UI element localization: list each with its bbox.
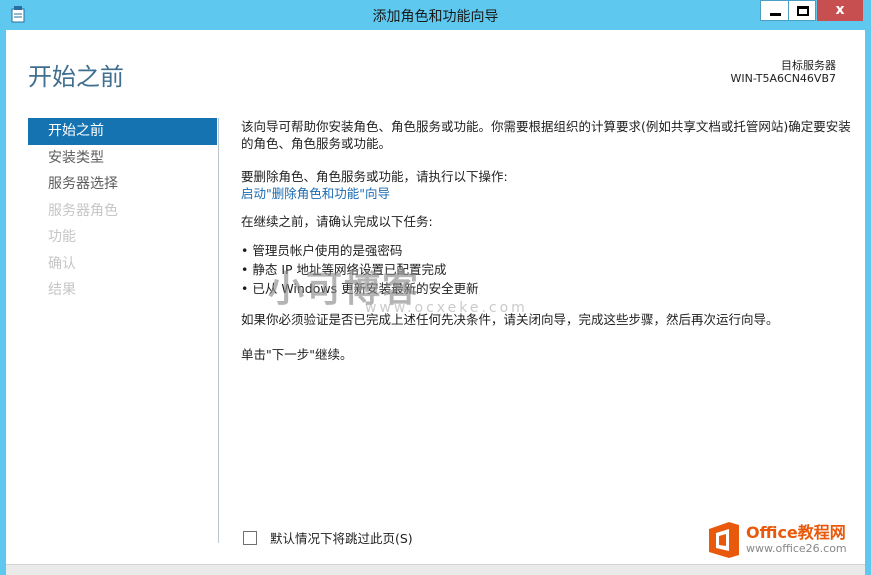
before-continue-text: 在继续之前，请确认完成以下任务: <box>241 214 433 229</box>
target-server-label: 目标服务器 <box>781 59 836 72</box>
watermark-badge-site: www.office26.com <box>746 542 847 555</box>
remove-roles-link[interactable]: 启动"删除角色和功能"向导 <box>241 185 390 202</box>
nav-item-installation-type[interactable]: 安装类型 <box>28 145 217 172</box>
nav-item-results: 结果 <box>48 282 76 298</box>
nav-item-before-you-begin[interactable]: 开始之前 <box>28 118 217 145</box>
intro-text: 该向导可帮助你安装角色、角色服务或功能。你需要根据组织的计算要求(例如共享文档或… <box>241 119 851 151</box>
continue-text: 单击"下一步"继续。 <box>241 347 353 362</box>
skip-page-label: 默认情况下将跳过此页(S) <box>270 531 413 546</box>
button-bar <box>6 564 865 575</box>
office-logo-icon <box>709 522 739 558</box>
close-button[interactable]: x <box>817 0 863 21</box>
watermark-badge-name: Office教程网 <box>746 523 846 542</box>
skip-page-checkbox[interactable] <box>243 530 257 545</box>
sidebar-divider <box>218 118 219 543</box>
nav-item-server-selection[interactable]: 服务器选择 <box>28 171 217 198</box>
wizard-steps-nav: 开始之前 安装类型 服务器选择 服务器角色 功能 确认 结果 <box>28 118 217 304</box>
maximize-button[interactable] <box>788 0 816 21</box>
watermark-url: www.ocxeke.com <box>365 300 528 316</box>
title-bar[interactable]: 添加角色和功能向导 x <box>0 0 871 30</box>
page-title: 开始之前 <box>28 63 124 91</box>
watermark-badge: Office教程网 www.office26.com <box>707 521 847 559</box>
nav-item-confirmation: 确认 <box>48 255 76 272</box>
list-item: • 管理员帐户使用的是强密码 <box>241 243 403 258</box>
close-icon: x <box>835 2 845 18</box>
maximize-icon <box>797 6 809 16</box>
target-server-name: WIN-T5A6CN46VB7 <box>730 72 836 85</box>
minimize-button[interactable] <box>760 0 788 21</box>
skip-page-option[interactable]: 默认情况下将跳过此页(S) <box>243 528 413 547</box>
minimize-icon <box>770 13 781 16</box>
nav-item-features: 功能 <box>48 229 76 245</box>
nav-item-server-roles: 服务器角色 <box>48 202 118 219</box>
remove-instructions: 要删除角色、角色服务或功能，请执行以下操作: <box>241 169 508 184</box>
window-title: 添加角色和功能向导 <box>372 9 499 25</box>
